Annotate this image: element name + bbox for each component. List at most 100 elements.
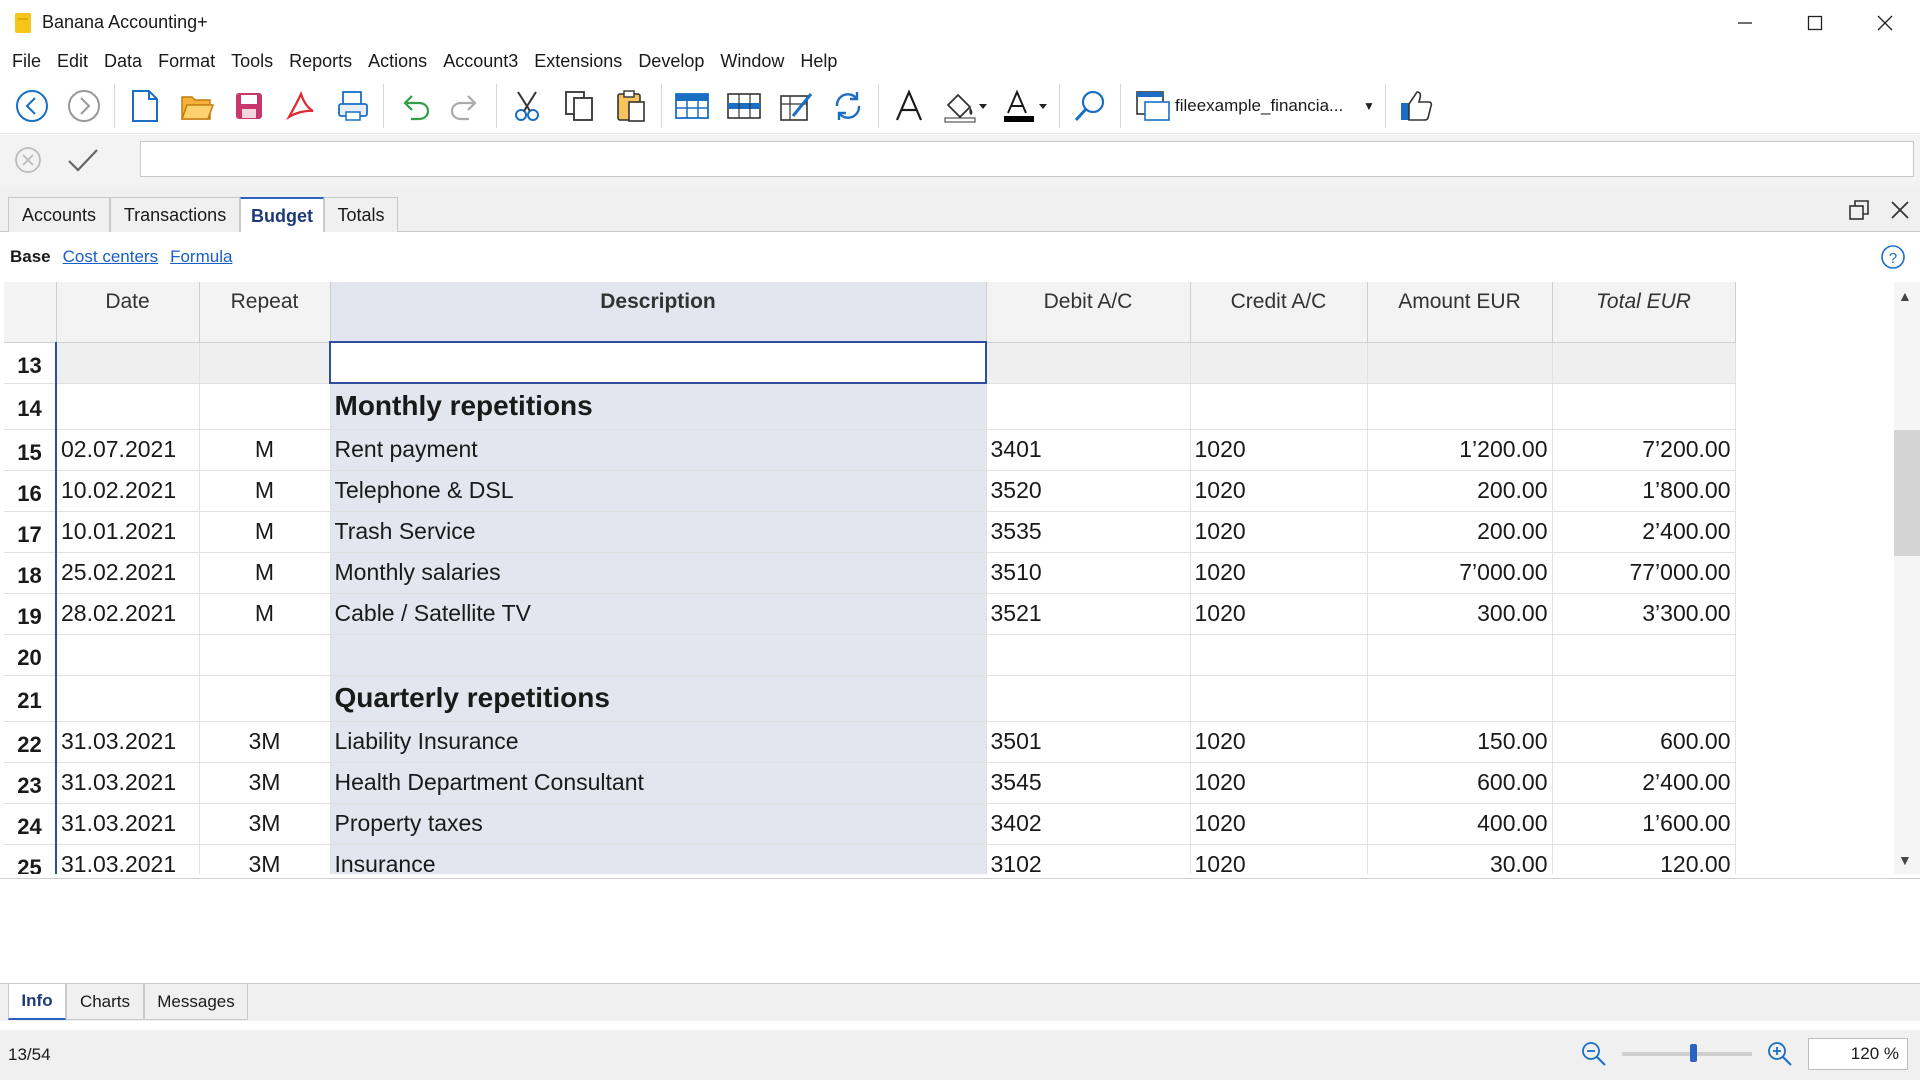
menu-edit[interactable]: Edit — [49, 51, 96, 72]
menu-extensions[interactable]: Extensions — [526, 51, 630, 72]
cell-repeat[interactable]: 3M — [199, 721, 331, 763]
cell-date[interactable]: 10.02.2021 — [56, 470, 200, 512]
tab-budget[interactable]: Budget — [240, 197, 324, 233]
cell-repeat[interactable]: 3M — [199, 844, 331, 874]
confirm-edit-button[interactable] — [56, 146, 110, 174]
cell-debit[interactable]: 3520 — [986, 470, 1191, 512]
new-file-button[interactable] — [119, 81, 171, 131]
menu-help[interactable]: Help — [792, 51, 845, 72]
column-header-description[interactable]: Description — [330, 282, 987, 343]
column-header-credit[interactable]: Credit A/C — [1190, 282, 1368, 343]
cell-repeat[interactable] — [199, 634, 331, 676]
cell-amount[interactable]: 600.00 — [1367, 762, 1553, 804]
menu-tools[interactable]: Tools — [223, 51, 281, 72]
column-header-total[interactable]: Total EUR — [1552, 282, 1736, 343]
cell-amount[interactable] — [1367, 383, 1553, 430]
cell-debit[interactable]: 3521 — [986, 593, 1191, 635]
cell-amount[interactable]: 30.00 — [1367, 844, 1553, 874]
tab-totals[interactable]: Totals — [324, 197, 398, 232]
cell-date[interactable]: 31.03.2021 — [56, 803, 200, 845]
cell-debit[interactable] — [986, 634, 1191, 676]
cell-debit[interactable] — [986, 342, 1191, 384]
forward-button[interactable] — [58, 81, 110, 131]
cell-amount[interactable]: 200.00 — [1367, 511, 1553, 553]
table-row[interactable]: 22 31.03.2021 3M Liability Insurance 350… — [4, 721, 1736, 763]
table-row[interactable]: 18 25.02.2021 M Monthly salaries 3510 10… — [4, 552, 1736, 594]
cell-amount[interactable]: 400.00 — [1367, 803, 1553, 845]
cell-credit[interactable]: 1020 — [1190, 803, 1368, 845]
search-button[interactable] — [1064, 81, 1116, 131]
menu-reports[interactable]: Reports — [281, 51, 360, 72]
scrollbar-thumb[interactable] — [1894, 430, 1920, 556]
cell-amount[interactable]: 300.00 — [1367, 593, 1553, 635]
table-row[interactable]: 17 10.01.2021 M Trash Service 3535 1020 … — [4, 511, 1736, 553]
cell-repeat[interactable]: M — [199, 511, 331, 553]
scroll-up-icon[interactable]: ▲ — [1898, 288, 1912, 304]
cell-amount[interactable] — [1367, 675, 1553, 722]
cell-debit[interactable]: 3102 — [986, 844, 1191, 874]
undo-button[interactable] — [388, 81, 440, 131]
cell-debit[interactable]: 3402 — [986, 803, 1191, 845]
cell-date[interactable]: 31.03.2021 — [56, 844, 200, 874]
cell-description[interactable]: Quarterly repetitions — [330, 675, 987, 722]
cell-debit[interactable]: 3510 — [986, 552, 1191, 594]
close-window-button[interactable] — [1850, 0, 1920, 45]
table-row[interactable]: 13 — [4, 341, 1736, 384]
font-button[interactable] — [883, 81, 935, 131]
cell-content-input[interactable] — [140, 141, 1914, 177]
copy-button[interactable] — [553, 81, 605, 131]
cell-repeat[interactable]: M — [199, 552, 331, 594]
cell-credit[interactable]: 1020 — [1190, 511, 1368, 553]
table-row[interactable]: 20 — [4, 634, 1736, 676]
cut-button[interactable] — [501, 81, 553, 131]
cell-debit[interactable]: 3401 — [986, 429, 1191, 471]
cell-debit[interactable]: 3535 — [986, 511, 1191, 553]
cell-amount[interactable] — [1367, 634, 1553, 676]
zoom-out-icon[interactable] — [1580, 1040, 1608, 1068]
cell-credit[interactable]: 1020 — [1190, 429, 1368, 471]
cell-credit[interactable] — [1190, 634, 1368, 676]
view-cost-centers[interactable]: Cost centers — [63, 247, 158, 267]
cell-debit[interactable] — [986, 383, 1191, 430]
open-file-button[interactable] — [171, 81, 223, 131]
cell-date[interactable] — [56, 342, 200, 384]
cell-amount[interactable]: 150.00 — [1367, 721, 1553, 763]
table-row[interactable]: 21 Quarterly repetitions — [4, 675, 1736, 722]
cell-description[interactable]: Insurance — [330, 844, 987, 874]
cell-debit[interactable]: 3545 — [986, 762, 1191, 804]
column-header-amount[interactable]: Amount EUR — [1367, 282, 1553, 343]
cell-amount[interactable] — [1367, 342, 1553, 384]
cell-date[interactable]: 28.02.2021 — [56, 593, 200, 635]
cell-repeat[interactable]: 3M — [199, 803, 331, 845]
table-row[interactable]: 19 28.02.2021 M Cable / Satellite TV 352… — [4, 593, 1736, 635]
paste-button[interactable] — [605, 81, 657, 131]
print-preview-button[interactable] — [327, 81, 379, 131]
view-base[interactable]: Base — [10, 247, 51, 267]
maximize-button[interactable] — [1780, 0, 1850, 45]
cell-credit[interactable]: 1020 — [1190, 844, 1368, 874]
column-header-date[interactable]: Date — [56, 282, 200, 343]
tab-charts[interactable]: Charts — [66, 984, 144, 1020]
cell-credit[interactable] — [1190, 383, 1368, 430]
cell-date[interactable]: 02.07.2021 — [56, 429, 200, 471]
cell-repeat[interactable]: M — [199, 429, 331, 471]
cell-date[interactable]: 31.03.2021 — [56, 762, 200, 804]
cell-repeat[interactable] — [199, 383, 331, 430]
table-row[interactable]: 14 Monthly repetitions — [4, 383, 1736, 430]
cell-repeat[interactable]: 3M — [199, 762, 331, 804]
cell-description[interactable] — [329, 341, 987, 384]
menu-develop[interactable]: Develop — [630, 51, 712, 72]
table-row[interactable]: 23 31.03.2021 3M Health Department Consu… — [4, 762, 1736, 804]
cell-amount[interactable]: 1’200.00 — [1367, 429, 1553, 471]
redo-button[interactable] — [440, 81, 492, 131]
feedback-button[interactable] — [1390, 81, 1442, 131]
cell-amount[interactable]: 200.00 — [1367, 470, 1553, 512]
cell-description[interactable]: Rent payment — [330, 429, 987, 471]
scroll-down-icon[interactable]: ▼ — [1898, 852, 1912, 868]
add-rows-button[interactable] — [666, 81, 718, 131]
cell-date[interactable] — [56, 675, 200, 722]
cell-credit[interactable]: 1020 — [1190, 721, 1368, 763]
menu-data[interactable]: Data — [96, 51, 150, 72]
fill-color-button[interactable] — [935, 81, 995, 131]
file-selector[interactable]: fileexample_financia... ▼ — [1129, 84, 1381, 128]
